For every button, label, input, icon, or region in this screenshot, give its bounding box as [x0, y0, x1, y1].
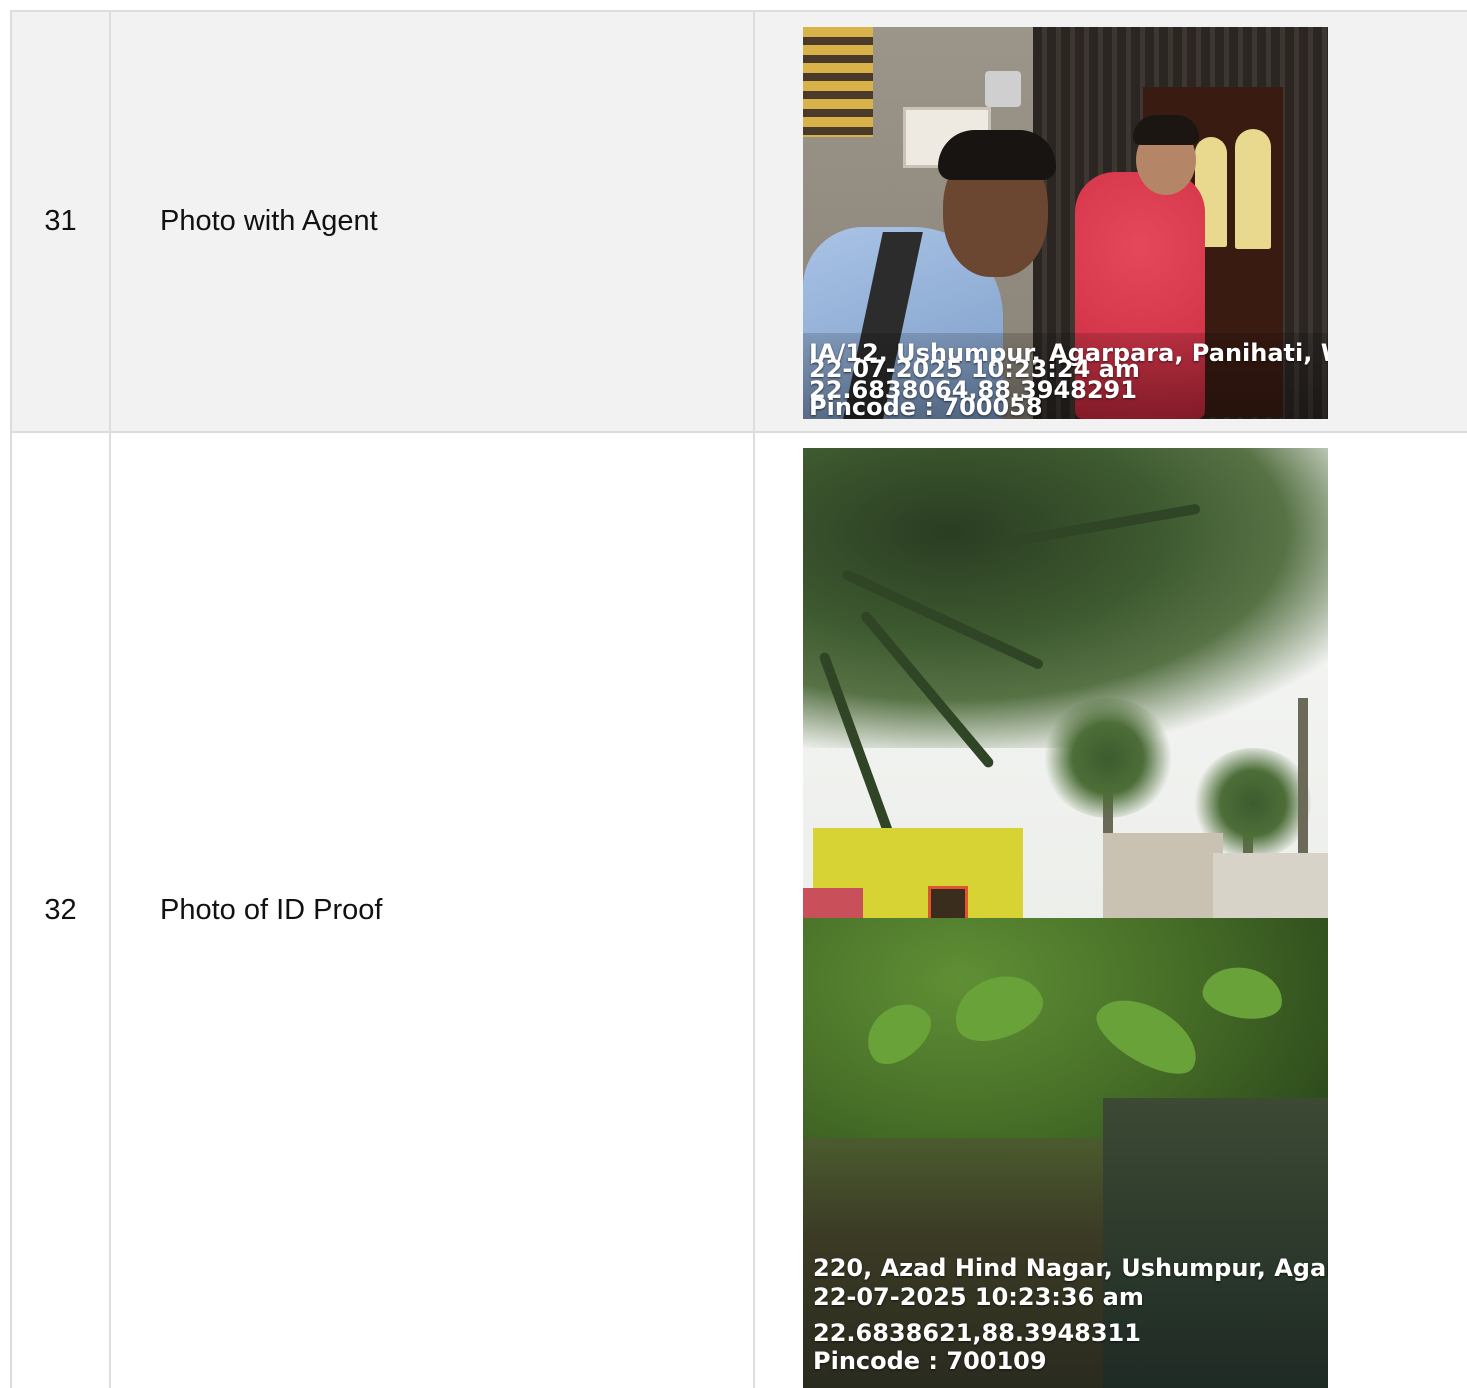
- window-grill-shape: [803, 27, 873, 137]
- row-number: 32: [10, 433, 111, 1388]
- palm-crown: [1043, 698, 1173, 818]
- door-panel-shape: [1235, 129, 1271, 249]
- photo-cell: 220, Azad Hind Nagar, Ushumpur, Agarp 22…: [755, 433, 1467, 1388]
- row-label: Photo of ID Proof: [111, 433, 755, 1388]
- building-shape: [1103, 833, 1223, 923]
- photo-timestamp: 22-07-2025 10:23:36 am: [813, 1283, 1144, 1311]
- tree-canopy-shape: [803, 448, 1328, 748]
- table-row: 31 Photo with Agent IA/12, Ushumpur, Aga…: [10, 12, 1467, 433]
- id-proof-photo[interactable]: 220, Azad Hind Nagar, Ushumpur, Agarp 22…: [803, 448, 1328, 1388]
- switch-shape: [985, 71, 1021, 107]
- table-row: 32 Photo of ID Proof 220, Azad Hind Naga…: [10, 433, 1467, 1388]
- row-label: Photo with Agent: [111, 12, 755, 431]
- row-number: 31: [10, 12, 111, 431]
- photo-pincode: Pincode : 700058: [809, 393, 1043, 419]
- photo-address: 220, Azad Hind Nagar, Ushumpur, Agarp: [813, 1254, 1328, 1282]
- photo-cell: IA/12, Ushumpur, Agarpara, Panihati, We …: [755, 12, 1467, 431]
- photo-coordinates: 22.6838621,88.3948311: [813, 1319, 1141, 1347]
- woman-hair: [1133, 115, 1199, 145]
- photo-pincode: Pincode : 700109: [813, 1347, 1047, 1375]
- photo-table: 31 Photo with Agent IA/12, Ushumpur, Aga…: [10, 10, 1467, 1388]
- agent-selfie-photo[interactable]: IA/12, Ushumpur, Agarpara, Panihati, We …: [803, 27, 1328, 419]
- agent-hair: [938, 130, 1056, 180]
